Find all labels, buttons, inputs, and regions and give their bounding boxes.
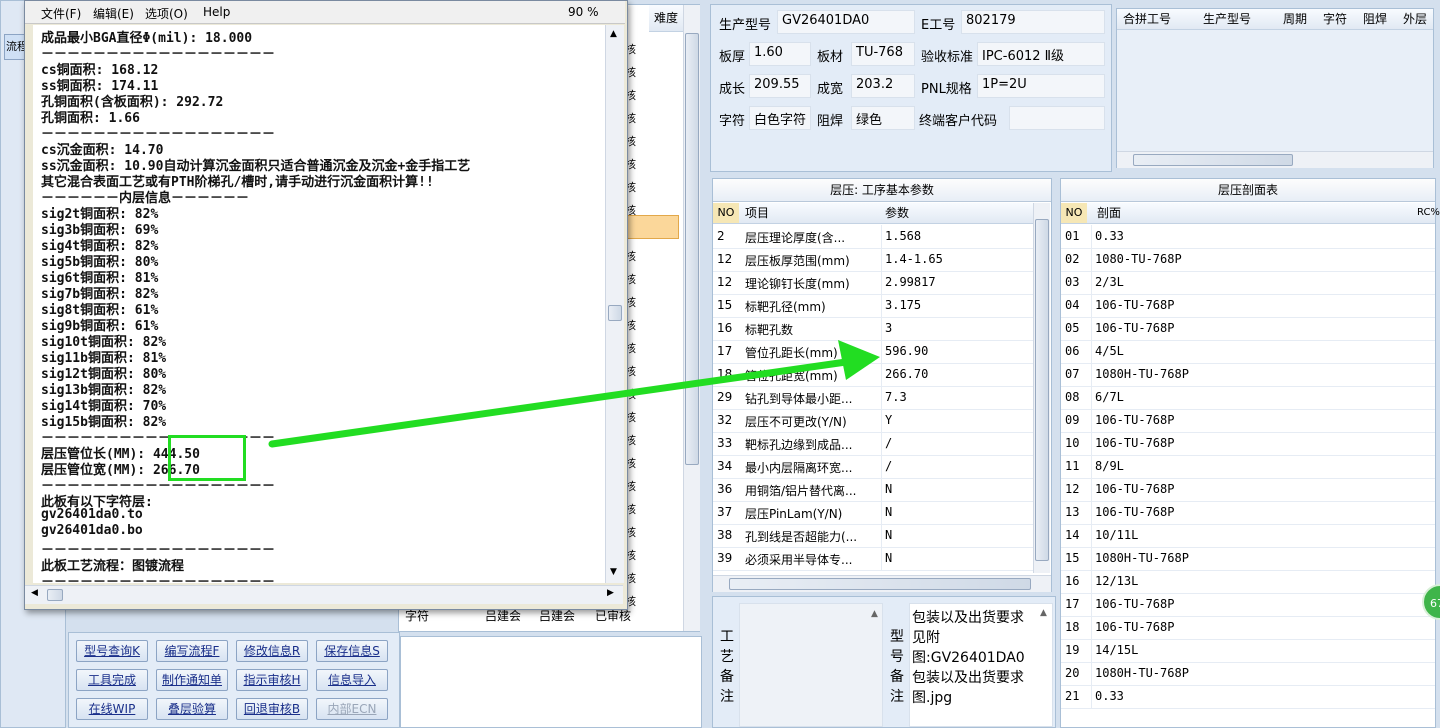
arrow-head (838, 340, 880, 380)
arrow-line (268, 358, 850, 448)
annotation-arrow (268, 340, 880, 448)
